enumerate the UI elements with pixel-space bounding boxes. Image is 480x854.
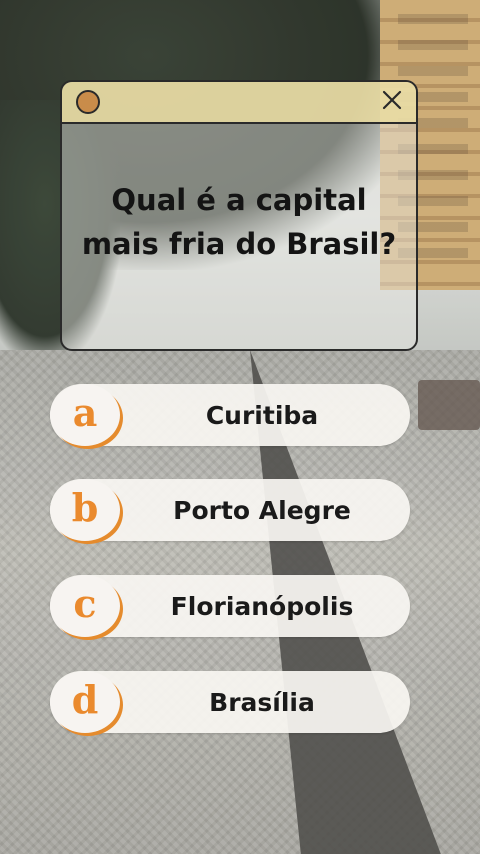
option-d-badge: d bbox=[50, 671, 120, 733]
option-a-badge: a bbox=[50, 384, 120, 446]
question-line-2: mais fria do Brasil? bbox=[81, 227, 397, 261]
close-icon[interactable] bbox=[380, 88, 404, 112]
window-titlebar bbox=[62, 82, 416, 124]
option-d-letter: d bbox=[71, 677, 99, 722]
option-b-badge: b bbox=[50, 479, 120, 541]
option-a-letter: a bbox=[72, 390, 98, 435]
circle-icon bbox=[76, 90, 100, 114]
option-b-button[interactable]: b Porto Alegre bbox=[50, 479, 410, 541]
option-a-label: Curitiba bbox=[205, 400, 319, 430]
option-d-label: Brasília bbox=[209, 687, 315, 717]
question-line-1: Qual é a capital bbox=[111, 183, 367, 217]
question-window: Qual é a capital mais fria do Brasil? bbox=[60, 80, 418, 351]
option-c-badge: c bbox=[50, 575, 120, 637]
option-c-label: Florianópolis bbox=[170, 591, 354, 621]
option-b-label: Porto Alegre bbox=[173, 495, 351, 525]
option-d-button[interactable]: d Brasília bbox=[50, 671, 410, 733]
option-a-button[interactable]: a Curitiba bbox=[50, 384, 410, 446]
option-c-button[interactable]: c Florianópolis bbox=[50, 575, 410, 637]
option-c-letter: c bbox=[73, 581, 97, 626]
option-b-letter: b bbox=[71, 485, 99, 530]
question-text: Qual é a capital mais fria do Brasil? bbox=[62, 178, 416, 266]
